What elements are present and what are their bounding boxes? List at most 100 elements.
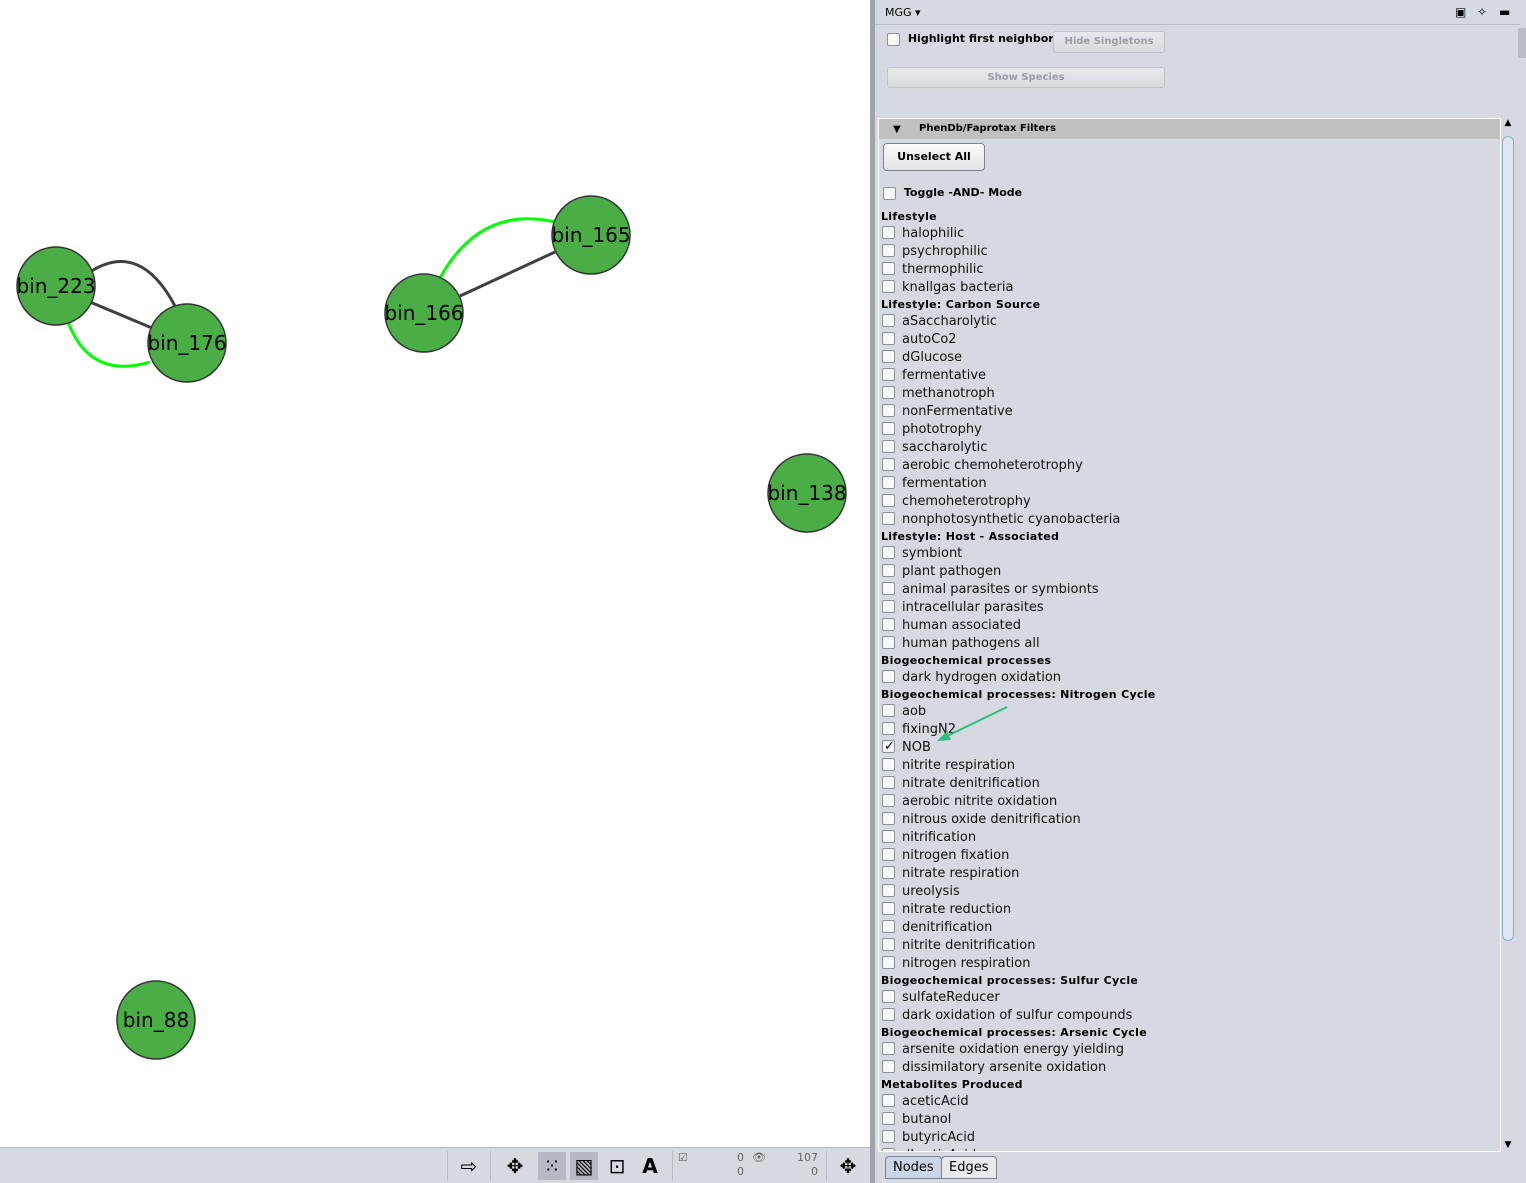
filter-item[interactable]: NOB: [881, 738, 1481, 757]
filter-item[interactable]: butyricAcid: [881, 1129, 1481, 1147]
filter-checkbox[interactable]: [882, 794, 895, 807]
filter-item[interactable]: fermentative: [881, 367, 1481, 385]
filter-checkbox[interactable]: [882, 262, 895, 275]
filter-checkbox[interactable]: [882, 332, 895, 345]
filter-item[interactable]: nitrate denitrification: [881, 775, 1481, 793]
scroll-down-icon[interactable]: ▼: [1501, 1140, 1515, 1150]
panel-scrollbar[interactable]: [1518, 28, 1526, 58]
edge[interactable]: [66, 321, 151, 368]
filter-item[interactable]: nitrogen fixation: [881, 847, 1481, 865]
filter-checkbox[interactable]: [882, 812, 895, 825]
network-graph[interactable]: bin_223 bin_176 bin_166 bin_165 bin_138 bin_8…: [0, 0, 870, 1147]
filter-item[interactable]: denitrification: [881, 919, 1481, 937]
filter-item[interactable]: human pathogens all: [881, 635, 1481, 653]
filter-item[interactable]: aerobic chemoheterotrophy: [881, 457, 1481, 475]
filter-checkbox[interactable]: [882, 1060, 895, 1073]
filter-checkbox[interactable]: [882, 440, 895, 453]
filter-checkbox[interactable]: [882, 920, 895, 933]
filter-item[interactable]: halophilic: [881, 225, 1481, 243]
filter-checkbox[interactable]: [882, 704, 895, 717]
pin-icon[interactable]: ✧: [1477, 5, 1487, 19]
filter-checkbox[interactable]: [882, 636, 895, 649]
filter-checkbox[interactable]: [882, 458, 895, 471]
filter-item[interactable]: human associated: [881, 617, 1481, 635]
show-species-button[interactable]: Show Species: [887, 67, 1165, 88]
filter-checkbox[interactable]: [882, 758, 895, 771]
filter-checkbox[interactable]: [882, 830, 895, 843]
filter-item[interactable]: aob: [881, 703, 1481, 721]
tab-nodes[interactable]: Nodes: [885, 1156, 942, 1179]
filter-item[interactable]: dark oxidation of sulfur compounds: [881, 1007, 1481, 1025]
hide-singletons-button[interactable]: Hide Singletons: [1053, 31, 1165, 53]
filter-checkbox[interactable]: [882, 564, 895, 577]
filter-checkbox[interactable]: [882, 1008, 895, 1021]
fit-network-icon[interactable]: ✥: [501, 1152, 529, 1180]
filter-item[interactable]: knallgas bacteria: [881, 279, 1481, 297]
navigator-icon[interactable]: ✥: [834, 1152, 862, 1180]
filter-checkbox[interactable]: [882, 226, 895, 239]
filter-item[interactable]: aceticAcid: [881, 1093, 1481, 1111]
filter-checkbox[interactable]: [882, 618, 895, 631]
filter-item[interactable]: dark hydrogen oxidation: [881, 669, 1481, 687]
filter-checkbox[interactable]: [882, 422, 895, 435]
filter-item[interactable]: saccharolytic: [881, 439, 1481, 457]
filter-item[interactable]: fixingN2: [881, 721, 1481, 739]
filter-item[interactable]: chemoheterotrophy: [881, 493, 1481, 511]
filter-checkbox[interactable]: [882, 902, 895, 915]
filter-checkbox[interactable]: [882, 990, 895, 1003]
filter-item[interactable]: nonphotosynthetic cyanobacteria: [881, 511, 1481, 529]
filter-checkbox[interactable]: [882, 722, 895, 735]
filter-checkbox[interactable]: [882, 1112, 895, 1125]
filter-checkbox[interactable]: [882, 670, 895, 683]
filter-item[interactable]: nitrite respiration: [881, 757, 1481, 775]
filter-checkbox[interactable]: [882, 280, 895, 293]
filter-checkbox[interactable]: [882, 1148, 895, 1151]
filter-item[interactable]: sulfateReducer: [881, 989, 1481, 1007]
select-annotations-icon[interactable]: ⊡: [603, 1152, 631, 1180]
filter-item[interactable]: nitrous oxide denitrification: [881, 811, 1481, 829]
filter-checkbox[interactable]: [882, 244, 895, 257]
filter-checkbox[interactable]: [882, 600, 895, 613]
filter-item[interactable]: autoCo2: [881, 331, 1481, 349]
float-icon[interactable]: ▣: [1455, 5, 1466, 19]
unselect-all-button[interactable]: Unselect All: [883, 143, 985, 171]
filter-checkbox[interactable]: [882, 956, 895, 969]
network-canvas[interactable]: bin_223 bin_176 bin_166 bin_165 bin_138 bin_8…: [0, 0, 870, 1147]
filter-checkbox[interactable]: [882, 1094, 895, 1107]
filter-item[interactable]: dLacticAcid: [881, 1147, 1481, 1151]
edge[interactable]: [438, 217, 556, 279]
filter-item[interactable]: nitrite denitrification: [881, 937, 1481, 955]
filter-item[interactable]: nitrogen respiration: [881, 955, 1481, 973]
filters-header[interactable]: ▼ PhenDb/Faprotax Filters: [879, 119, 1500, 139]
filter-checkbox[interactable]: [882, 1130, 895, 1143]
select-nodes-icon[interactable]: ⁙: [538, 1152, 566, 1180]
and-mode-checkbox[interactable]: [883, 186, 896, 200]
filter-item[interactable]: dGlucose: [881, 349, 1481, 367]
panel-title[interactable]: MGG ▾: [885, 6, 921, 19]
filter-item[interactable]: nonFermentative: [881, 403, 1481, 421]
filter-item[interactable]: fermentation: [881, 475, 1481, 493]
filter-item[interactable]: nitrate reduction: [881, 901, 1481, 919]
filters-scrollbar[interactable]: ▲ ▼: [1501, 118, 1515, 1152]
edge[interactable]: [89, 300, 153, 330]
scroll-thumb[interactable]: [1502, 136, 1514, 941]
filter-checkbox[interactable]: [882, 494, 895, 507]
tab-edges[interactable]: Edges: [941, 1156, 997, 1179]
filter-checkbox[interactable]: [882, 848, 895, 861]
highlight-neighbors-checkbox[interactable]: [887, 32, 900, 46]
filter-item[interactable]: ureolysis: [881, 883, 1481, 901]
filter-checkbox[interactable]: [882, 368, 895, 381]
filter-checkbox[interactable]: [882, 866, 895, 879]
edge[interactable]: [459, 250, 556, 298]
filter-item[interactable]: nitrate respiration: [881, 865, 1481, 883]
filter-checkbox[interactable]: [882, 512, 895, 525]
filter-checkbox[interactable]: [882, 938, 895, 951]
filter-checkbox[interactable]: [882, 582, 895, 595]
filter-item[interactable]: animal parasites or symbionts: [881, 581, 1481, 599]
filter-checkbox[interactable]: [882, 884, 895, 897]
filter-item[interactable]: nitrification: [881, 829, 1481, 847]
filter-checkbox[interactable]: [882, 386, 895, 399]
filter-item[interactable]: arsenite oxidation energy yielding: [881, 1041, 1481, 1059]
filter-checkbox[interactable]: [882, 776, 895, 789]
filter-item[interactable]: phototrophy: [881, 421, 1481, 439]
